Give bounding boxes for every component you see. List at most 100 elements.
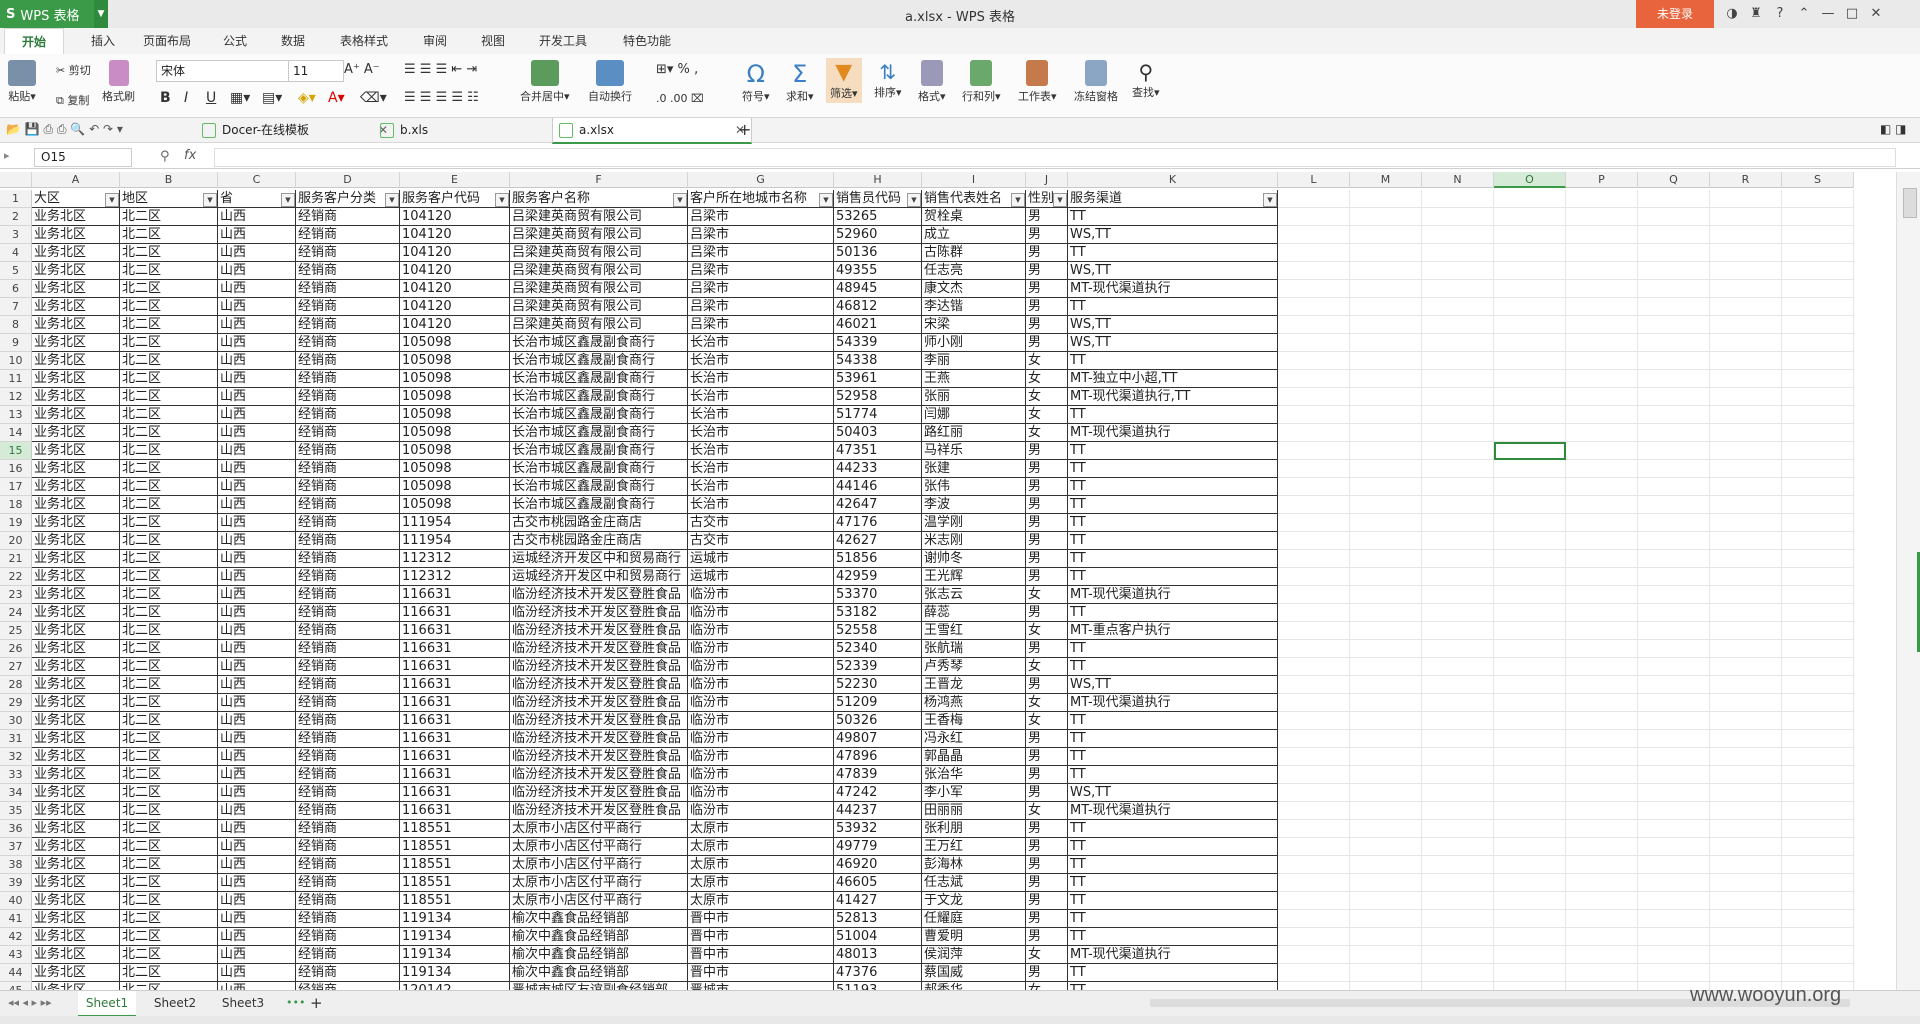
table-cell[interactable] xyxy=(1494,802,1566,820)
table-cell[interactable]: 临汾经济技术开发区登胜食品 xyxy=(510,658,688,676)
table-cell[interactable]: 山西 xyxy=(218,532,296,550)
table-cell[interactable]: 业务北区 xyxy=(32,478,120,496)
column-header[interactable]: O xyxy=(1494,172,1566,188)
table-cell[interactable] xyxy=(1422,694,1494,712)
table-cell[interactable]: 经销商 xyxy=(296,460,400,478)
help-icon[interactable]: ? xyxy=(1770,4,1790,24)
table-cell[interactable] xyxy=(1710,316,1782,334)
table-cell[interactable]: 经销商 xyxy=(296,370,400,388)
table-cell[interactable]: 经销商 xyxy=(296,208,400,226)
table-cell[interactable]: 46920 xyxy=(834,856,922,874)
table-cell[interactable] xyxy=(1782,802,1854,820)
table-cell[interactable] xyxy=(1566,298,1638,316)
row-header[interactable]: 42 xyxy=(0,928,32,946)
table-cell[interactable]: 男 xyxy=(1026,550,1068,568)
table-cell[interactable] xyxy=(1782,676,1854,694)
table-cell[interactable]: 薛蕊 xyxy=(922,604,1026,622)
table-cell[interactable] xyxy=(1710,406,1782,424)
table-cell[interactable] xyxy=(1782,262,1854,280)
table-cell[interactable]: 长治市 xyxy=(688,352,834,370)
table-cell[interactable]: TT xyxy=(1068,460,1278,478)
table-cell[interactable] xyxy=(1566,766,1638,784)
table-cell[interactable]: 经销商 xyxy=(296,514,400,532)
table-cell[interactable]: 任耀庭 xyxy=(922,910,1026,928)
table-cell[interactable]: 王光辉 xyxy=(922,568,1026,586)
table-cell[interactable] xyxy=(1350,874,1422,892)
table-cell[interactable] xyxy=(1494,226,1566,244)
table-cell[interactable]: 经销商 xyxy=(296,748,400,766)
column-header[interactable]: G xyxy=(688,172,834,188)
filter-dropdown-icon[interactable]: ▼ xyxy=(495,193,509,207)
table-cell[interactable] xyxy=(1422,208,1494,226)
ribbon-tab[interactable]: 公式 xyxy=(210,28,260,54)
header-cell[interactable]: 服务客户代码 xyxy=(400,190,510,208)
column-header[interactable]: K xyxy=(1068,172,1278,188)
table-cell[interactable] xyxy=(1710,820,1782,838)
table-cell[interactable]: 53961 xyxy=(834,370,922,388)
table-cell[interactable]: MT-现代渠道执行,TT xyxy=(1068,388,1278,406)
table-cell[interactable] xyxy=(1782,514,1854,532)
table-cell[interactable] xyxy=(1278,730,1350,748)
table-cell[interactable]: 经销商 xyxy=(296,478,400,496)
table-cell[interactable]: 女 xyxy=(1026,388,1068,406)
table-cell[interactable]: 业务北区 xyxy=(32,334,120,352)
ribbon-tab[interactable]: 视图 xyxy=(468,28,518,54)
table-cell[interactable]: 业务北区 xyxy=(32,568,120,586)
find-button[interactable]: ⚲ 查找▾ xyxy=(1132,60,1160,100)
table-cell[interactable]: 男 xyxy=(1026,442,1068,460)
cut-button[interactable]: ✂ 剪切 xyxy=(56,62,91,78)
table-cell[interactable]: 业务北区 xyxy=(32,694,120,712)
table-cell[interactable]: MT-现代渠道执行 xyxy=(1068,586,1278,604)
table-cell[interactable]: 北二区 xyxy=(120,784,218,802)
table-cell[interactable] xyxy=(1494,982,1566,990)
table-cell[interactable] xyxy=(1782,226,1854,244)
table-cell[interactable]: TT xyxy=(1068,964,1278,982)
sheet-nav-arrows[interactable]: ◂◂ ◂ ▸ ▸▸ xyxy=(8,996,52,1009)
table-cell[interactable] xyxy=(1350,694,1422,712)
table-cell[interactable] xyxy=(1350,604,1422,622)
table-cell[interactable] xyxy=(1422,532,1494,550)
table-cell[interactable]: WS,TT xyxy=(1068,676,1278,694)
table-cell[interactable]: 116631 xyxy=(400,766,510,784)
table-cell[interactable] xyxy=(1566,730,1638,748)
column-header[interactable]: L xyxy=(1278,172,1350,188)
table-cell[interactable]: 112312 xyxy=(400,550,510,568)
table-cell[interactable] xyxy=(1494,280,1566,298)
table-cell[interactable]: 张建 xyxy=(922,460,1026,478)
table-cell[interactable]: 李波 xyxy=(922,496,1026,514)
table-cell[interactable]: 经销商 xyxy=(296,712,400,730)
table-cell[interactable]: 经销商 xyxy=(296,262,400,280)
table-cell[interactable]: MT-现代渠道执行 xyxy=(1068,424,1278,442)
table-cell[interactable] xyxy=(1638,820,1710,838)
table-cell[interactable]: 吕梁建英商贸有限公司 xyxy=(510,244,688,262)
table-cell[interactable] xyxy=(1638,838,1710,856)
table-cell[interactable]: 业务北区 xyxy=(32,280,120,298)
table-cell[interactable]: 业务北区 xyxy=(32,388,120,406)
table-cell[interactable]: 长治市城区鑫晟副食商行 xyxy=(510,424,688,442)
table-cell[interactable]: 临汾市 xyxy=(688,694,834,712)
table-cell[interactable]: 古交市桃园路金庄商店 xyxy=(510,532,688,550)
table-cell[interactable]: 北二区 xyxy=(120,928,218,946)
table-cell[interactable] xyxy=(1638,784,1710,802)
table-cell[interactable] xyxy=(1494,604,1566,622)
table-cell[interactable]: 50136 xyxy=(834,244,922,262)
decimal-group[interactable]: .0 .00 ⌧ xyxy=(656,92,704,105)
table-cell[interactable] xyxy=(1782,748,1854,766)
table-cell[interactable]: 长治市 xyxy=(688,406,834,424)
table-cell[interactable] xyxy=(1710,442,1782,460)
table-cell[interactable]: 104120 xyxy=(400,208,510,226)
table-cell[interactable] xyxy=(1638,226,1710,244)
table-cell[interactable]: 男 xyxy=(1026,910,1068,928)
table-cell[interactable]: 44233 xyxy=(834,460,922,478)
row-header[interactable]: 44 xyxy=(0,964,32,982)
table-cell[interactable] xyxy=(1638,964,1710,982)
table-cell[interactable] xyxy=(1350,424,1422,442)
table-cell[interactable]: 女 xyxy=(1026,658,1068,676)
table-cell[interactable]: 业务北区 xyxy=(32,784,120,802)
table-cell[interactable]: 山西 xyxy=(218,244,296,262)
table-cell[interactable]: 业务北区 xyxy=(32,820,120,838)
table-cell[interactable] xyxy=(1278,370,1350,388)
table-cell[interactable] xyxy=(1638,748,1710,766)
table-cell[interactable] xyxy=(1278,622,1350,640)
table-cell[interactable] xyxy=(1350,676,1422,694)
